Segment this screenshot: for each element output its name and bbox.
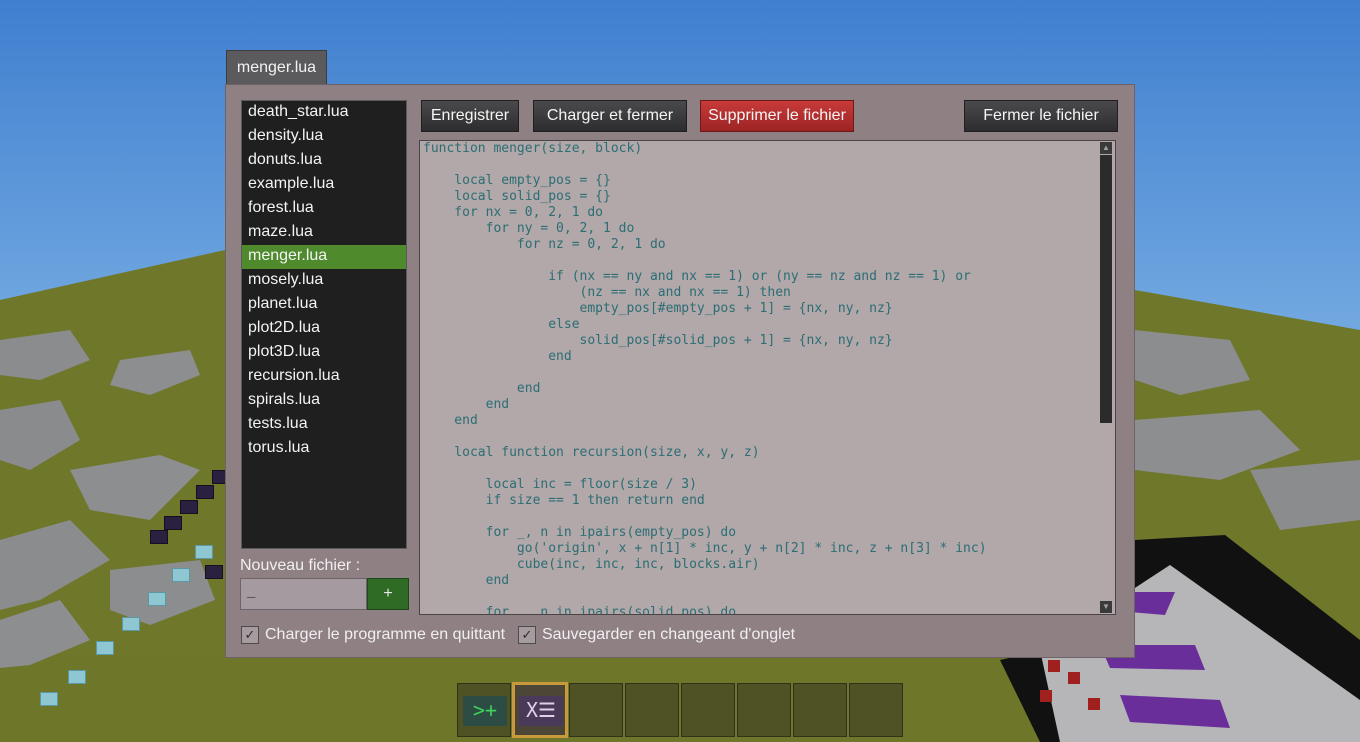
file-list-item[interactable]: mosely.lua	[242, 269, 406, 293]
delete-file-button[interactable]: Supprimer le fichier	[700, 100, 854, 132]
diamond-block	[148, 592, 166, 606]
scroll-up-icon[interactable]: ▲	[1100, 142, 1112, 154]
hotbar-slot-8[interactable]	[849, 683, 903, 737]
obsidian-block	[205, 565, 223, 579]
file-list-item[interactable]: menger.lua	[242, 245, 406, 269]
file-list-item[interactable]: density.lua	[242, 125, 406, 149]
scroll-down-icon[interactable]: ▼	[1100, 601, 1112, 613]
file-list-item[interactable]: recursion.lua	[242, 365, 406, 389]
hotbar-slot-1[interactable]: >+	[457, 683, 511, 737]
editor-icon: X☰	[519, 696, 563, 726]
diamond-block	[172, 568, 190, 582]
diamond-block	[68, 670, 86, 684]
new-file-label: Nouveau fichier :	[240, 557, 361, 574]
hotbar-slot-6[interactable]	[737, 683, 791, 737]
file-list-item[interactable]: plot3D.lua	[242, 341, 406, 365]
add-file-button[interactable]: +	[367, 578, 409, 610]
load-on-quit-option[interactable]: ✓ Charger le programme en quittant	[241, 626, 505, 644]
hotbar-slot-7[interactable]	[793, 683, 847, 737]
load-and-close-button[interactable]: Charger et fermer	[533, 100, 687, 132]
hotbar-slot-5[interactable]	[681, 683, 735, 737]
new-file-input[interactable]: _	[240, 578, 367, 610]
scrollbar-thumb[interactable]	[1100, 155, 1112, 423]
editor-scrollbar[interactable]: ▲ ▼	[1099, 141, 1113, 614]
file-list-item[interactable]: example.lua	[242, 173, 406, 197]
file-list[interactable]: death_star.lua density.lua donuts.lua examp…	[241, 100, 407, 549]
close-file-button[interactable]: Fermer le fichier	[964, 100, 1118, 132]
obsidian-block	[180, 500, 198, 514]
save-button[interactable]: Enregistrer	[421, 100, 519, 132]
save-on-tab-change-checkbox[interactable]: ✓	[518, 626, 536, 644]
file-list-item[interactable]: plot2D.lua	[242, 317, 406, 341]
diamond-block	[96, 641, 114, 655]
file-list-item[interactable]: spirals.lua	[242, 389, 406, 413]
tab-menger[interactable]: menger.lua	[226, 50, 327, 85]
save-on-tab-change-option[interactable]: ✓ Sauvegarder en changeant d'onglet	[518, 626, 795, 644]
code-text[interactable]: function menger(size, block) local empty…	[423, 141, 1097, 614]
file-list-item[interactable]: forest.lua	[242, 197, 406, 221]
hotbar-slot-3[interactable]	[569, 683, 623, 737]
file-list-item[interactable]: planet.lua	[242, 293, 406, 317]
file-list-item[interactable]: death_star.lua	[242, 101, 406, 125]
save-on-tab-change-label: Sauvegarder en changeant d'onglet	[542, 626, 796, 643]
obsidian-block	[164, 516, 182, 530]
hotbar-slot-2[interactable]: X☰	[512, 682, 568, 738]
file-list-item[interactable]: torus.lua	[242, 437, 406, 461]
file-list-item[interactable]: tests.lua	[242, 413, 406, 437]
load-on-quit-label: Charger le programme en quittant	[265, 626, 506, 643]
load-on-quit-checkbox[interactable]: ✓	[241, 626, 259, 644]
code-editor[interactable]: function menger(size, block) local empty…	[419, 140, 1116, 615]
diamond-block	[122, 617, 140, 631]
file-list-item[interactable]: donuts.lua	[242, 149, 406, 173]
obsidian-block	[196, 485, 214, 499]
hotbar: >+ X☰	[457, 682, 905, 739]
diamond-block	[195, 545, 213, 559]
hotbar-slot-4[interactable]	[625, 683, 679, 737]
terminal-icon: >+	[463, 696, 507, 726]
file-list-item[interactable]: maze.lua	[242, 221, 406, 245]
obsidian-block	[150, 530, 168, 544]
diamond-block	[40, 692, 58, 706]
